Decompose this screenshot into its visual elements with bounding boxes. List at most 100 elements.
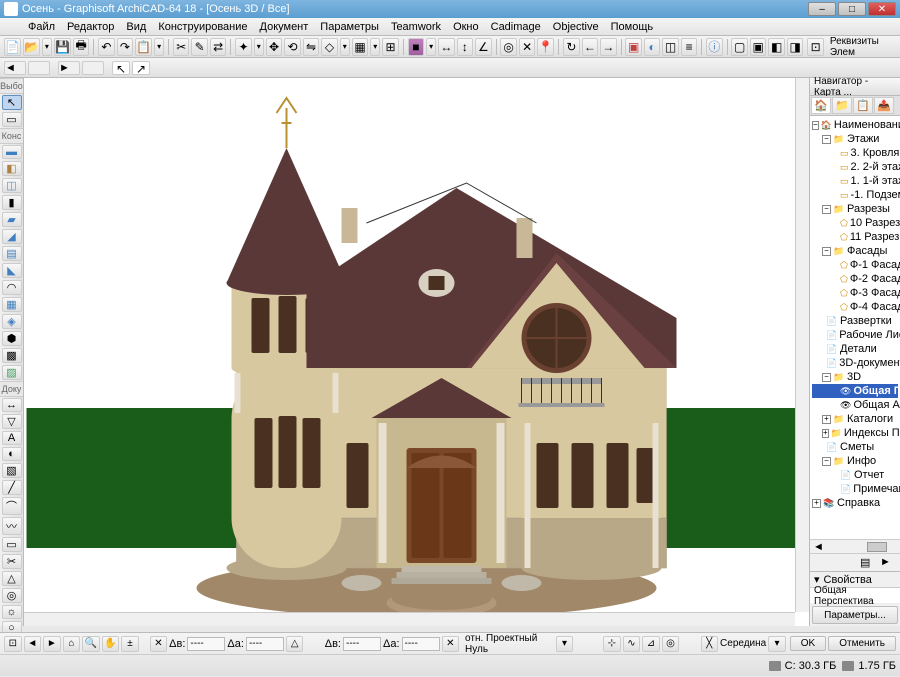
sb-mid[interactable]: ╳	[701, 636, 719, 652]
snap-button[interactable]: ◇	[321, 38, 337, 56]
sb-snap3[interactable]: ⊿	[642, 636, 660, 652]
tab-layouts[interactable]: 📋	[853, 97, 873, 114]
tab-views[interactable]: 📁	[832, 97, 852, 114]
info-slot1[interactable]	[28, 61, 50, 75]
target-button[interactable]: ◎	[500, 38, 516, 56]
scrollbar-vertical[interactable]	[795, 78, 809, 612]
drawing-tool[interactable]: ▭	[2, 537, 22, 552]
level-tool[interactable]: ▽	[2, 414, 22, 429]
dimension-tool[interactable]: ↔	[2, 398, 22, 412]
mesh-tool[interactable]: ▨	[2, 365, 22, 380]
info-slot2[interactable]	[82, 61, 104, 75]
snap-dropdown[interactable]: ▾	[340, 38, 350, 56]
detail-tool[interactable]: ◎	[2, 588, 22, 603]
mirror-button[interactable]: ⇋	[303, 38, 319, 56]
menu-objective[interactable]: Objective	[547, 21, 605, 33]
close-button[interactable]: ✕	[868, 2, 896, 16]
navigator-tree[interactable]: −🏠Наименование проект −📁Этажи ▭3. Кровля…	[810, 116, 900, 539]
tab-project[interactable]: 🏠	[811, 97, 831, 114]
edit-button[interactable]: ✎	[191, 38, 207, 56]
wand-dropdown[interactable]: ▾	[254, 38, 264, 56]
open-button[interactable]: 📂	[23, 38, 40, 56]
dim2-button[interactable]: ↕	[457, 38, 473, 56]
slab-tool[interactable]: ◢	[2, 229, 22, 244]
coord-dv[interactable]	[187, 637, 225, 651]
coord-dv2[interactable]	[343, 637, 381, 651]
shell-tool[interactable]: ◠	[2, 280, 22, 295]
scrollbar-horizontal[interactable]	[24, 612, 795, 626]
info-next[interactable]: ►	[58, 61, 80, 75]
curtain-tool[interactable]: ▦	[2, 297, 22, 312]
polyline-tool[interactable]: 〰	[2, 517, 22, 535]
tab-publisher[interactable]: 📤	[874, 97, 894, 114]
sb-zoom[interactable]: ±	[121, 636, 139, 652]
menu-document[interactable]: Документ	[254, 21, 315, 33]
sb-home[interactable]: ⌂	[63, 636, 81, 652]
menu-view[interactable]: Вид	[120, 21, 152, 33]
minimize-button[interactable]: –	[808, 2, 836, 16]
nav-btn-1[interactable]: ▤	[860, 556, 878, 570]
beam-tool[interactable]: ▰	[2, 212, 22, 227]
color-dropdown[interactable]: ▾	[426, 38, 436, 56]
roof-tool[interactable]: ◣	[2, 263, 22, 278]
sb-origin[interactable]: ✕	[150, 636, 168, 652]
menu-cadimage[interactable]: Cadimage	[485, 21, 547, 33]
panel1-button[interactable]: ▢	[731, 38, 747, 56]
refresh-button[interactable]: ↻	[563, 38, 579, 56]
section-tool[interactable]: ✂	[2, 554, 22, 569]
paste-dropdown[interactable]: ▾	[154, 38, 164, 56]
menu-teamwork[interactable]: Teamwork	[385, 21, 447, 33]
sb-snap2[interactable]: ∿	[623, 636, 641, 652]
viewport-3d[interactable]	[24, 78, 810, 626]
sb-dd[interactable]: ▾	[556, 636, 574, 652]
menu-options[interactable]: Параметры	[314, 21, 385, 33]
render-button[interactable]: ▣	[625, 38, 641, 56]
save-button[interactable]: 💾	[54, 38, 71, 56]
align-button[interactable]: ⊞	[382, 38, 398, 56]
sb-snap1[interactable]: ⊹	[603, 636, 621, 652]
grid-button[interactable]: ▦	[352, 38, 368, 56]
stair-tool[interactable]: ▤	[2, 246, 22, 261]
wand-button[interactable]: ✦	[235, 38, 251, 56]
menu-design[interactable]: Конструирование	[152, 21, 253, 33]
worksheet-tool[interactable]: ☼	[2, 605, 22, 619]
back-button[interactable]: ←	[582, 38, 598, 56]
maximize-button[interactable]: □	[838, 2, 866, 16]
coord-da[interactable]	[246, 637, 284, 651]
door-tool[interactable]: ◧	[2, 161, 22, 176]
layers-button[interactable]: ≡	[681, 38, 697, 56]
panel2-button[interactable]: ▣	[750, 38, 766, 56]
copy-button[interactable]: 📋	[135, 38, 152, 56]
menu-edit[interactable]: Редактор	[61, 21, 120, 33]
pin-button[interactable]: 📍	[537, 38, 554, 56]
text-tool[interactable]: A	[2, 431, 22, 445]
column-tool[interactable]: ▮	[2, 195, 22, 210]
color-button[interactable]: ■	[408, 38, 424, 56]
info-pointer-icon[interactable]: ↗	[132, 61, 150, 75]
morph-tool[interactable]: ◈	[2, 314, 22, 329]
sb-zoom-fit[interactable]: ⊡	[4, 636, 22, 652]
angle-button[interactable]: ∠	[475, 38, 491, 56]
coord-da2[interactable]	[402, 637, 440, 651]
sb-snap4[interactable]: ◎	[662, 636, 680, 652]
undo-button[interactable]: ↶	[98, 38, 114, 56]
sb-zoom-prev[interactable]: ◄	[24, 636, 42, 652]
tree-scroll[interactable]: ◄	[810, 539, 900, 553]
cancel-button[interactable]: Отменить	[828, 636, 896, 651]
sb-guide[interactable]: ✕	[442, 636, 460, 652]
new-button[interactable]: 📄	[4, 38, 21, 56]
line-tool[interactable]: ╱	[2, 480, 22, 495]
dim-button[interactable]: ↔	[438, 38, 454, 56]
fill-tool[interactable]: ▧	[2, 463, 22, 478]
cube-button[interactable]: ◫	[662, 38, 678, 56]
menu-help[interactable]: Помощь	[605, 21, 660, 33]
panel3-button[interactable]: ◧	[768, 38, 784, 56]
view3d-button[interactable]: ◐	[644, 38, 660, 56]
arrow-tool[interactable]: ↖	[2, 95, 22, 110]
ok-button[interactable]: OK	[790, 636, 826, 651]
elem-icon[interactable]: ⊡	[807, 38, 823, 56]
open-dropdown[interactable]: ▾	[42, 38, 52, 56]
panel4-button[interactable]: ◨	[787, 38, 803, 56]
info-arrow-icon[interactable]: ↖	[112, 61, 130, 75]
grid-dropdown[interactable]: ▾	[370, 38, 380, 56]
